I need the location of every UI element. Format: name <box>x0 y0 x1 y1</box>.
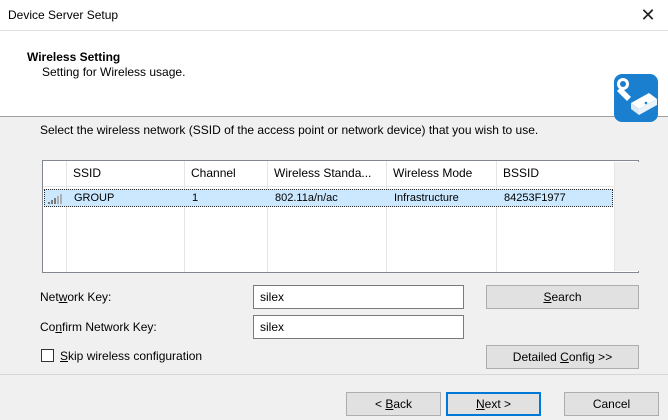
cell-channel: 1 <box>192 192 199 204</box>
network-list[interactable]: SSID Channel Wireless Standa... Wireless… <box>42 160 639 273</box>
column-header-channel[interactable]: Channel <box>186 161 266 186</box>
footer-divider <box>0 374 668 375</box>
next-button[interactable]: Next > <box>446 392 541 416</box>
column-header-ssid[interactable]: SSID <box>68 161 183 186</box>
column-divider <box>386 161 387 272</box>
table-row[interactable]: GROUP 1 802.11a/n/ac Infrastructure 8425… <box>44 189 613 207</box>
column-header-bssid[interactable]: BSSID <box>498 161 608 186</box>
wizard-header: Wireless Setting Setting for Wireless us… <box>0 31 668 122</box>
instruction-text: Select the wireless network (SSID of the… <box>40 123 539 137</box>
cell-standard: 802.11a/n/ac <box>275 192 338 204</box>
cancel-button[interactable]: Cancel <box>564 392 659 416</box>
detailed-config-button[interactable]: Detailed Config >> <box>486 345 639 369</box>
list-scrollbar[interactable] <box>614 162 639 271</box>
column-divider <box>496 161 497 272</box>
close-button[interactable]: ✕ <box>628 0 668 30</box>
network-key-input[interactable] <box>253 285 464 309</box>
column-header-standard[interactable]: Wireless Standa... <box>269 161 387 186</box>
title-bar: Device Server Setup ✕ <box>0 0 668 31</box>
window-title: Device Server Setup <box>8 8 119 22</box>
wrench-router-icon <box>614 74 658 122</box>
cell-ssid: GROUP <box>74 192 115 204</box>
signal-strength-icon <box>48 194 62 204</box>
network-key-label: Network Key: <box>40 290 112 304</box>
cell-mode: Infrastructure <box>394 192 459 204</box>
skip-wireless-checkbox[interactable] <box>41 349 54 362</box>
page-title: Wireless Setting <box>27 50 121 64</box>
column-divider <box>66 161 67 272</box>
column-divider <box>267 161 268 272</box>
confirm-key-label: Confirm Network Key: <box>40 320 157 334</box>
close-icon: ✕ <box>640 5 656 25</box>
column-header-mode[interactable]: Wireless Mode <box>388 161 493 186</box>
skip-wireless-label[interactable]: Skip wireless configuration <box>60 349 202 363</box>
back-button[interactable]: < Back <box>346 392 441 416</box>
page-subtitle: Setting for Wireless usage. <box>42 65 186 79</box>
search-button[interactable]: Search <box>486 285 639 309</box>
confirm-key-input[interactable] <box>253 315 464 339</box>
cell-bssid: 84253F1977 <box>504 192 566 204</box>
list-header: SSID Channel Wireless Standa... Wireless… <box>43 161 638 187</box>
column-divider <box>184 161 185 272</box>
